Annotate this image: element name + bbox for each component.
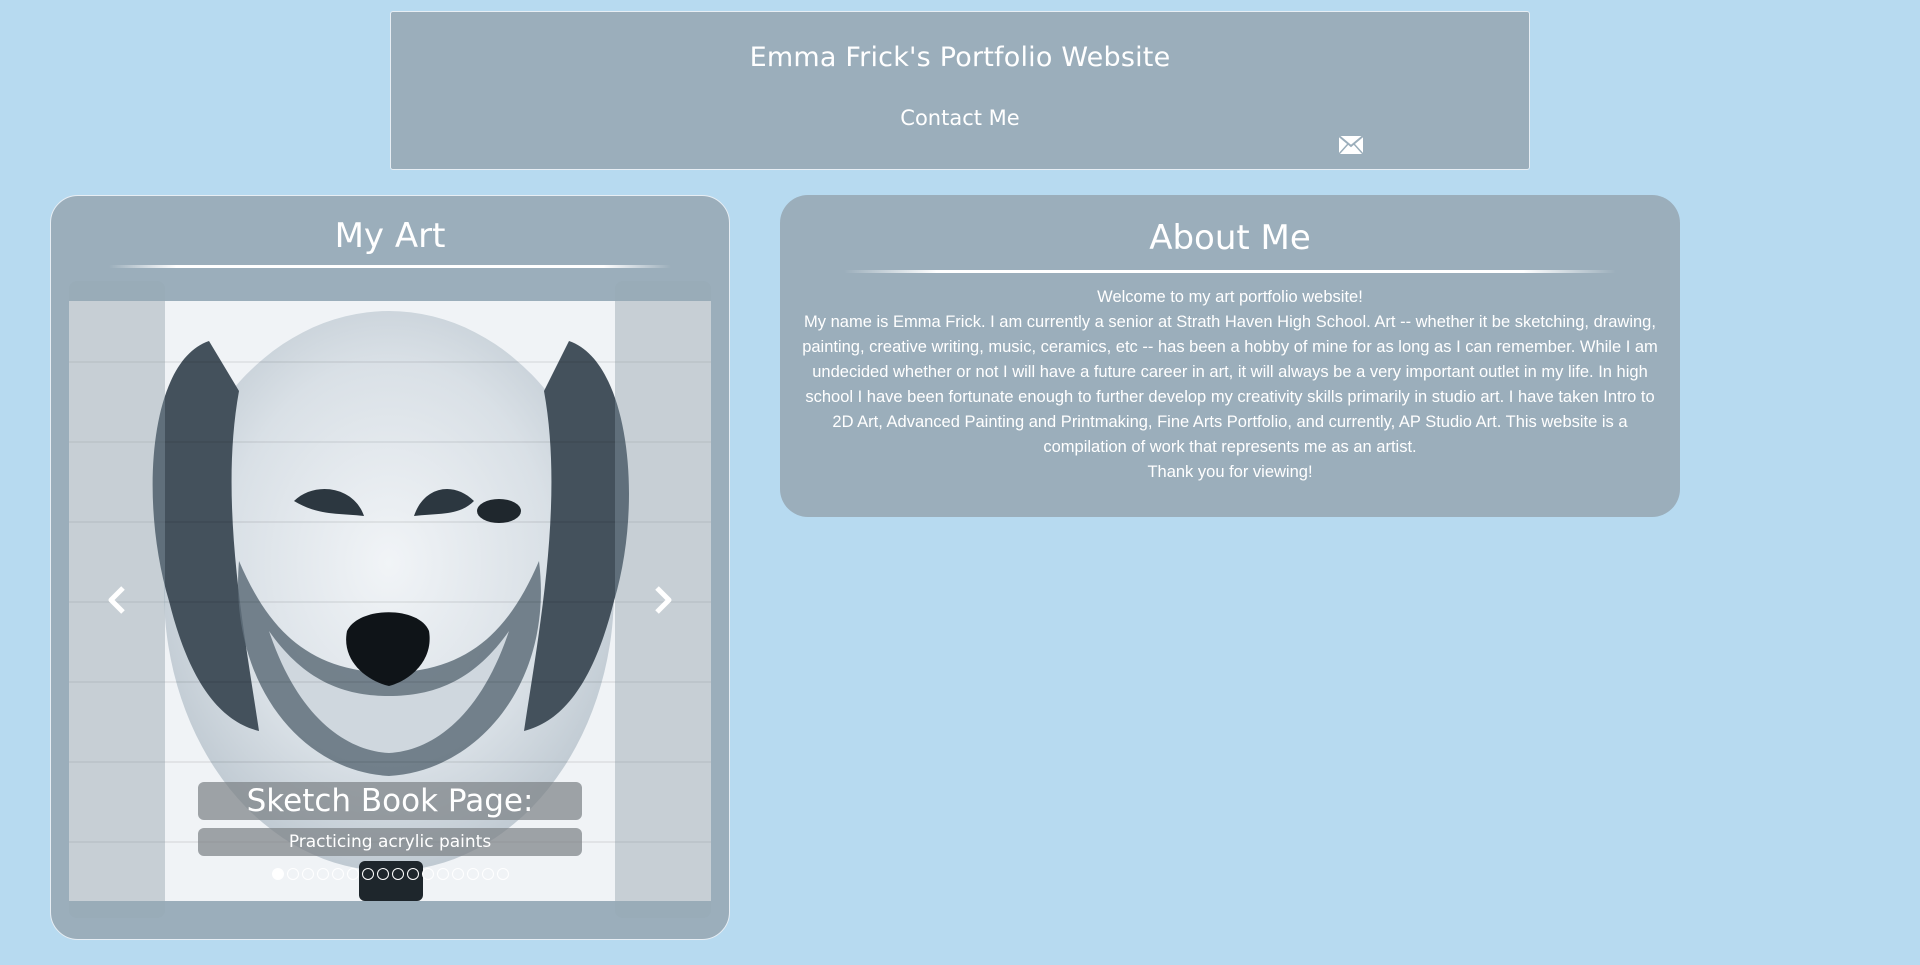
carousel-indicator-dot[interactable] bbox=[331, 868, 344, 880]
carousel-indicators bbox=[69, 868, 711, 882]
carousel-indicator-dot[interactable] bbox=[451, 868, 464, 880]
carousel-prev-button[interactable] bbox=[69, 281, 165, 918]
carousel-indicator-dot[interactable] bbox=[496, 868, 509, 880]
my-art-panel: My Art Sketch Book Page: Practicing acry… bbox=[50, 195, 730, 940]
contact-me-link[interactable]: Contact Me bbox=[391, 106, 1529, 130]
carousel-indicator-dot[interactable] bbox=[436, 868, 449, 880]
my-art-heading: My Art bbox=[334, 216, 446, 256]
slide-caption-subtitle: Practicing acrylic paints bbox=[198, 828, 582, 856]
carousel-indicator-dot[interactable] bbox=[316, 868, 329, 880]
carousel-indicator-dot[interactable] bbox=[286, 868, 299, 880]
carousel-indicator-dot[interactable] bbox=[271, 868, 284, 880]
envelope-icon[interactable] bbox=[1339, 136, 1363, 154]
about-me-panel: About Me Welcome to my art portfolio web… bbox=[780, 195, 1680, 517]
carousel-next-button[interactable] bbox=[615, 281, 711, 918]
carousel-indicator-dot[interactable] bbox=[481, 868, 494, 880]
art-carousel[interactable]: Sketch Book Page: Practicing acrylic pai… bbox=[69, 281, 711, 918]
carousel-indicator-dot[interactable] bbox=[421, 868, 434, 880]
about-me-heading: About Me bbox=[1149, 218, 1311, 258]
carousel-indicator-dot[interactable] bbox=[466, 868, 479, 880]
chevron-right-icon bbox=[655, 585, 672, 614]
carousel-indicator-dot[interactable] bbox=[391, 868, 404, 880]
chevron-left-icon bbox=[108, 585, 125, 614]
welcome-text: Welcome to my art portfolio website! bbox=[1097, 288, 1363, 306]
about-me-divider bbox=[844, 270, 1616, 273]
bio-text: My name is Emma Frick. I am currently a … bbox=[802, 313, 1658, 456]
carousel-indicator-dot[interactable] bbox=[406, 868, 419, 880]
slide-caption-title: Sketch Book Page: bbox=[198, 782, 582, 820]
carousel-indicator-dot[interactable] bbox=[346, 868, 359, 880]
about-me-text: Welcome to my art portfolio website! My … bbox=[802, 285, 1658, 485]
carousel-indicator-dot[interactable] bbox=[376, 868, 389, 880]
my-art-divider bbox=[109, 265, 671, 268]
carousel-indicator-dot[interactable] bbox=[361, 868, 374, 880]
carousel-indicator-dot[interactable] bbox=[301, 868, 314, 880]
site-header: Emma Frick's Portfolio Website Contact M… bbox=[390, 11, 1530, 170]
site-title: Emma Frick's Portfolio Website bbox=[749, 42, 1171, 73]
closing-text: Thank you for viewing! bbox=[1147, 463, 1313, 481]
